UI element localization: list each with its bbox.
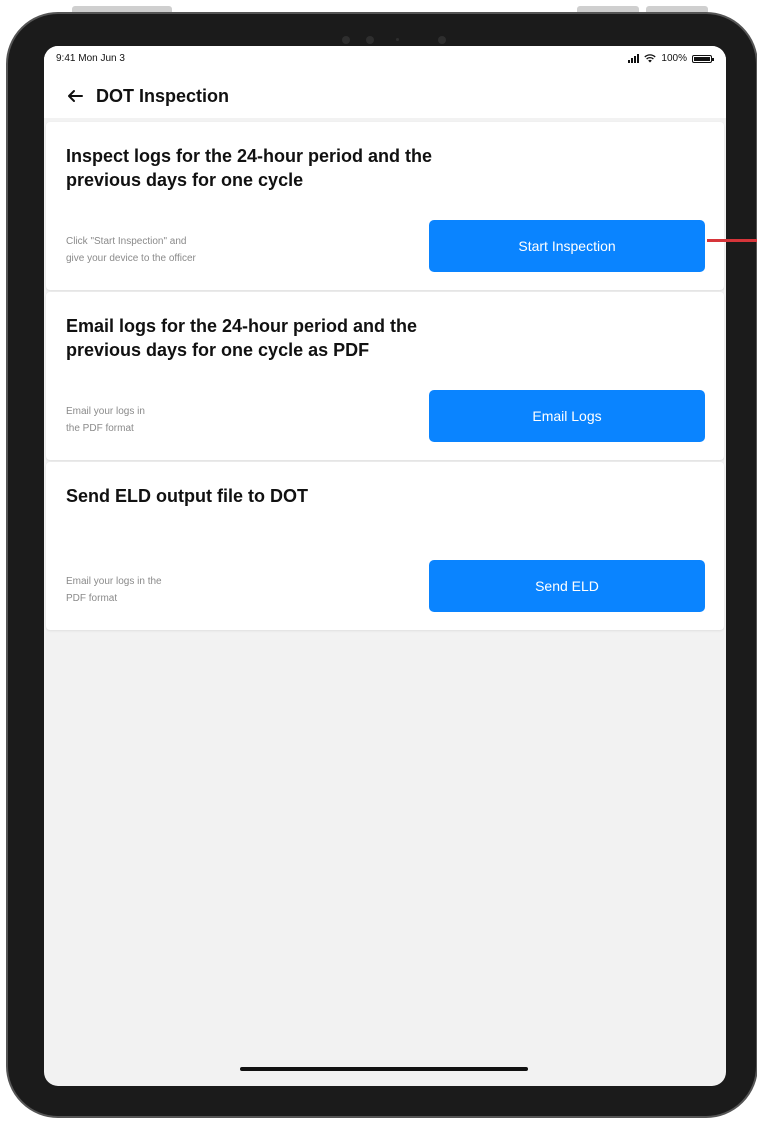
page-title: DOT Inspection [96,85,230,106]
signal-icon [628,54,640,63]
status-indicators: 100% [628,53,714,64]
home-indicator[interactable] [240,1067,528,1071]
card-title: Send ELD output file to DOT [66,486,308,506]
card-description-line: Click "Start Inspection" and [66,236,187,247]
status-bar: 9:41 Mon Jun 3 100% [44,46,726,74]
inspect-logs-card: Inspect logs for the 24-hour period and … [46,122,724,290]
card-title: Inspect logs for the 24-hour period and … [66,146,433,190]
card-description-line: give your device to the officer [66,253,196,264]
arrow-left-icon[interactable] [66,87,84,105]
start-inspection-button[interactable]: Start Inspection [429,220,705,272]
email-logs-card: Email logs for the 24-hour period and th… [46,292,724,460]
screen: 9:41 Mon Jun 3 100% DOT Inspection Inspe… [44,46,726,1086]
card-description-line: Email your logs in [66,406,145,417]
send-eld-card: Send ELD output file to DOT Email your l… [46,462,724,630]
card-description: Click "Start Inspection" and give your d… [66,233,306,267]
status-time: 9:41 Mon Jun 3 [56,53,125,64]
send-eld-button[interactable]: Send ELD [429,560,705,612]
card-title: Email logs for the 24-hour period and th… [66,316,418,360]
wifi-icon [644,54,657,63]
nav-bar: DOT Inspection [44,74,726,118]
card-description-line: Email your logs in the [66,576,162,587]
annotation-marker [707,239,757,242]
card-description-line: PDF format [66,593,118,604]
card-description: Email your logs in the PDF format [66,573,306,607]
card-description: Email your logs in the PDF format [66,403,306,437]
battery-icon [692,54,714,63]
card-description-line: the PDF format [66,423,134,434]
stage: 9:41 Mon Jun 3 100% DOT Inspection Inspe… [0,0,757,1121]
email-logs-button[interactable]: Email Logs [429,390,705,442]
battery-percent: 100% [661,53,687,64]
